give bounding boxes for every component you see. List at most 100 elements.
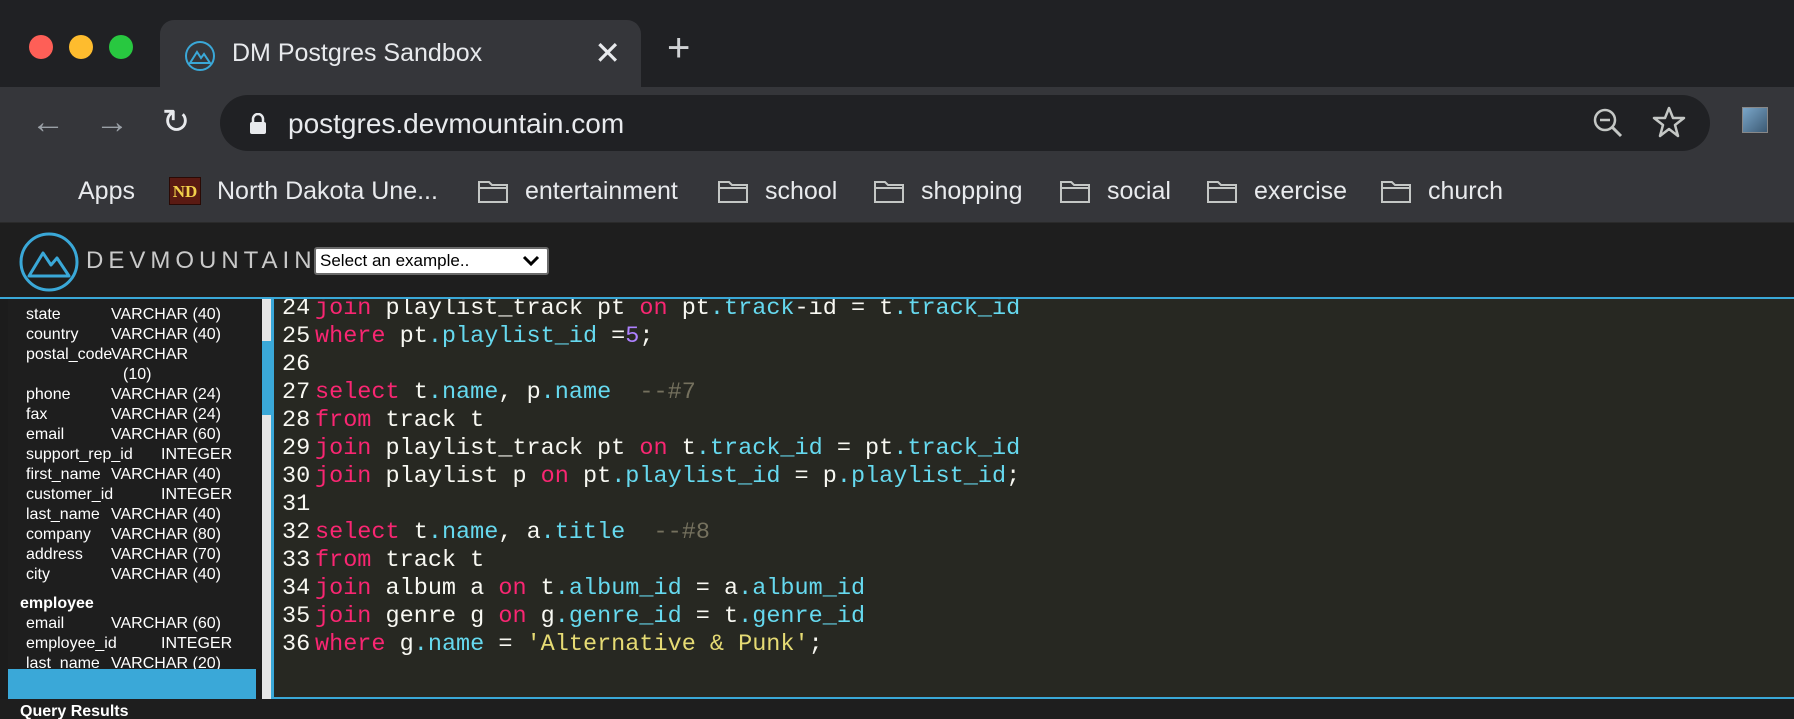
tab-strip: DM Postgres Sandbox ✕ + xyxy=(0,0,1794,87)
column-row: postal_code VARCHAR xyxy=(26,346,189,363)
column-row: company VARCHAR (80) xyxy=(26,526,221,543)
code-line[interactable]: 35 join genre g on g.genre_id = t.genre_i… xyxy=(282,603,1020,631)
code-text[interactable]: select t.name, p.name --#7 xyxy=(315,379,696,406)
bookmark-folder-shopping[interactable]: shopping xyxy=(873,173,1022,209)
column-row: address VARCHAR (70) xyxy=(26,546,221,563)
column-row: city VARCHAR (40) xyxy=(26,566,221,583)
example-select[interactable]: Select an example.. xyxy=(314,247,549,275)
bookmark-label: entertainment xyxy=(525,176,678,205)
bookmark-north-dakota[interactable]: ND North Dakota Une... xyxy=(169,173,438,209)
code-text[interactable]: join playlist_track pt on pt.track-id = … xyxy=(315,299,1020,322)
code-line[interactable]: 30 join playlist p on pt.playlist_id = p.… xyxy=(282,463,1020,491)
tab-title: DM Postgres Sandbox xyxy=(232,39,483,67)
forward-button[interactable]: → xyxy=(91,101,133,143)
bookmark-folder-school[interactable]: school xyxy=(717,173,837,209)
folder-icon xyxy=(874,181,904,203)
line-number: 36 xyxy=(282,631,311,658)
code-line[interactable]: 34 join album a on t.album_id = a.album_i… xyxy=(282,575,1020,603)
bookmark-folder-exercise[interactable]: exercise xyxy=(1206,173,1347,209)
line-number: 32 xyxy=(282,519,311,546)
sidebar-resize-handle[interactable] xyxy=(8,669,256,699)
code-line[interactable]: 33 from track t xyxy=(282,547,1020,575)
code-line[interactable]: 29 join playlist_track pt on t.track_id =… xyxy=(282,435,1020,463)
code-line[interactable]: 28 from track t xyxy=(282,407,1020,435)
column-row: fax VARCHAR (24) xyxy=(26,406,221,423)
column-row: email VARCHAR (60) xyxy=(26,426,221,443)
reload-button[interactable]: ↻ xyxy=(155,101,197,143)
profile-avatar[interactable] xyxy=(1742,107,1768,133)
column-row: (10) xyxy=(123,366,152,383)
bookmark-label: North Dakota Une... xyxy=(217,176,438,205)
sql-editor[interactable]: 24 join playlist_track pt on pt.track-id … xyxy=(271,299,1794,699)
column-row: first_name VARCHAR (40) xyxy=(26,466,221,483)
bookmark-label: exercise xyxy=(1254,176,1348,205)
browser-toolbar: ← → ↻ postgres.devmountain.com xyxy=(0,87,1794,159)
line-number: 33 xyxy=(282,547,311,574)
code-text[interactable]: join genre g on g.genre_id = t.genre_id xyxy=(315,603,865,630)
code-line[interactable]: 32 select t.name, a.title --#8 xyxy=(282,519,1020,547)
bookmark-folder-social[interactable]: social xyxy=(1059,173,1171,209)
code-text[interactable]: join playlist_track pt on t.track_id = p… xyxy=(315,435,1020,462)
code-text[interactable]: join playlist p on pt.playlist_id = p.pl… xyxy=(315,463,1020,490)
bookmark-label: shopping xyxy=(921,176,1023,205)
brand-name: DEVMOUNTAIN xyxy=(86,247,317,274)
scrollbar-thumb[interactable] xyxy=(262,341,271,415)
code-line[interactable]: 31 xyxy=(282,491,1020,519)
code-line[interactable]: 36 where g.name = 'Alternative & Punk'; xyxy=(282,631,1020,659)
bookmark-folder-entertainment[interactable]: entertainment xyxy=(477,173,678,209)
folder-icon xyxy=(1381,181,1411,203)
line-number: 25 xyxy=(282,323,311,350)
devmountain-logo-icon xyxy=(19,232,79,292)
tab-close-icon[interactable]: ✕ xyxy=(594,35,621,71)
code-area[interactable]: 24 join playlist_track pt on pt.track-id … xyxy=(282,299,1020,659)
example-select-value: Select an example.. xyxy=(320,251,470,270)
devmountain-favicon-icon xyxy=(185,41,215,71)
column-row: support_rep_id INTEGER xyxy=(26,446,233,463)
table-name[interactable]: employee xyxy=(8,594,261,614)
folder-icon xyxy=(1207,181,1237,203)
line-number: 27 xyxy=(282,379,311,406)
app-header: DEVMOUNTAIN Select an example.. xyxy=(0,223,1794,299)
code-line[interactable]: 24 join playlist_track pt on pt.track-id … xyxy=(282,299,1020,323)
code-text[interactable]: select t.name, a.title --#8 xyxy=(315,519,710,546)
tab-dm-postgres-sandbox[interactable]: DM Postgres Sandbox ✕ xyxy=(160,20,641,87)
new-tab-button[interactable]: + xyxy=(667,28,690,68)
bookmark-label: church xyxy=(1428,176,1504,205)
maximize-window-button[interactable] xyxy=(109,35,133,59)
bookmark-label: Apps xyxy=(78,176,135,205)
code-line[interactable]: 25 where pt.playlist_id =5; xyxy=(282,323,1020,351)
bookmark-folder-church[interactable]: church xyxy=(1380,173,1503,209)
code-line[interactable]: 26 xyxy=(282,351,1020,379)
minimize-window-button[interactable] xyxy=(69,35,93,59)
line-number: 29 xyxy=(282,435,311,462)
query-results-title: Query Results xyxy=(20,703,129,719)
address-bar[interactable]: postgres.devmountain.com xyxy=(220,95,1710,151)
apps-icon xyxy=(34,177,62,205)
column-row: email VARCHAR (60) xyxy=(26,615,221,632)
folder-icon xyxy=(718,181,748,203)
column-row: employee_id INTEGER xyxy=(26,635,233,652)
column-row: country VARCHAR (40) xyxy=(26,326,221,343)
back-button[interactable]: ← xyxy=(27,101,69,143)
code-text[interactable]: join album a on t.album_id = a.album_id xyxy=(315,575,865,602)
code-text[interactable]: where pt.playlist_id =5; xyxy=(315,323,654,350)
column-row: last_name VARCHAR (20) xyxy=(26,655,221,669)
nd-icon: ND xyxy=(169,177,201,205)
sidebar-scrollbar[interactable] xyxy=(262,299,271,699)
folder-icon xyxy=(1060,181,1090,203)
bookmark-apps[interactable]: Apps xyxy=(34,173,135,209)
code-line[interactable]: 27 select t.name, p.name --#7 xyxy=(282,379,1020,407)
close-window-button[interactable] xyxy=(29,35,53,59)
schema-sidebar[interactable]: customer stateVARCHAR (40) countryVARCHA… xyxy=(8,299,261,669)
code-text[interactable]: where g.name = 'Alternative & Punk'; xyxy=(315,631,823,658)
line-number: 24 xyxy=(282,299,311,322)
bookmarks-bar: Apps ND North Dakota Une... entertainmen… xyxy=(0,159,1794,223)
code-text[interactable]: from track t xyxy=(315,547,484,574)
code-text[interactable]: from track t xyxy=(315,407,484,434)
bookmark-star-icon[interactable] xyxy=(1652,105,1686,139)
lock-icon xyxy=(250,113,266,134)
url-text[interactable]: postgres.devmountain.com xyxy=(288,108,624,140)
zoom-out-icon[interactable] xyxy=(1592,107,1624,139)
line-number: 34 xyxy=(282,575,311,602)
line-number: 31 xyxy=(282,491,311,518)
